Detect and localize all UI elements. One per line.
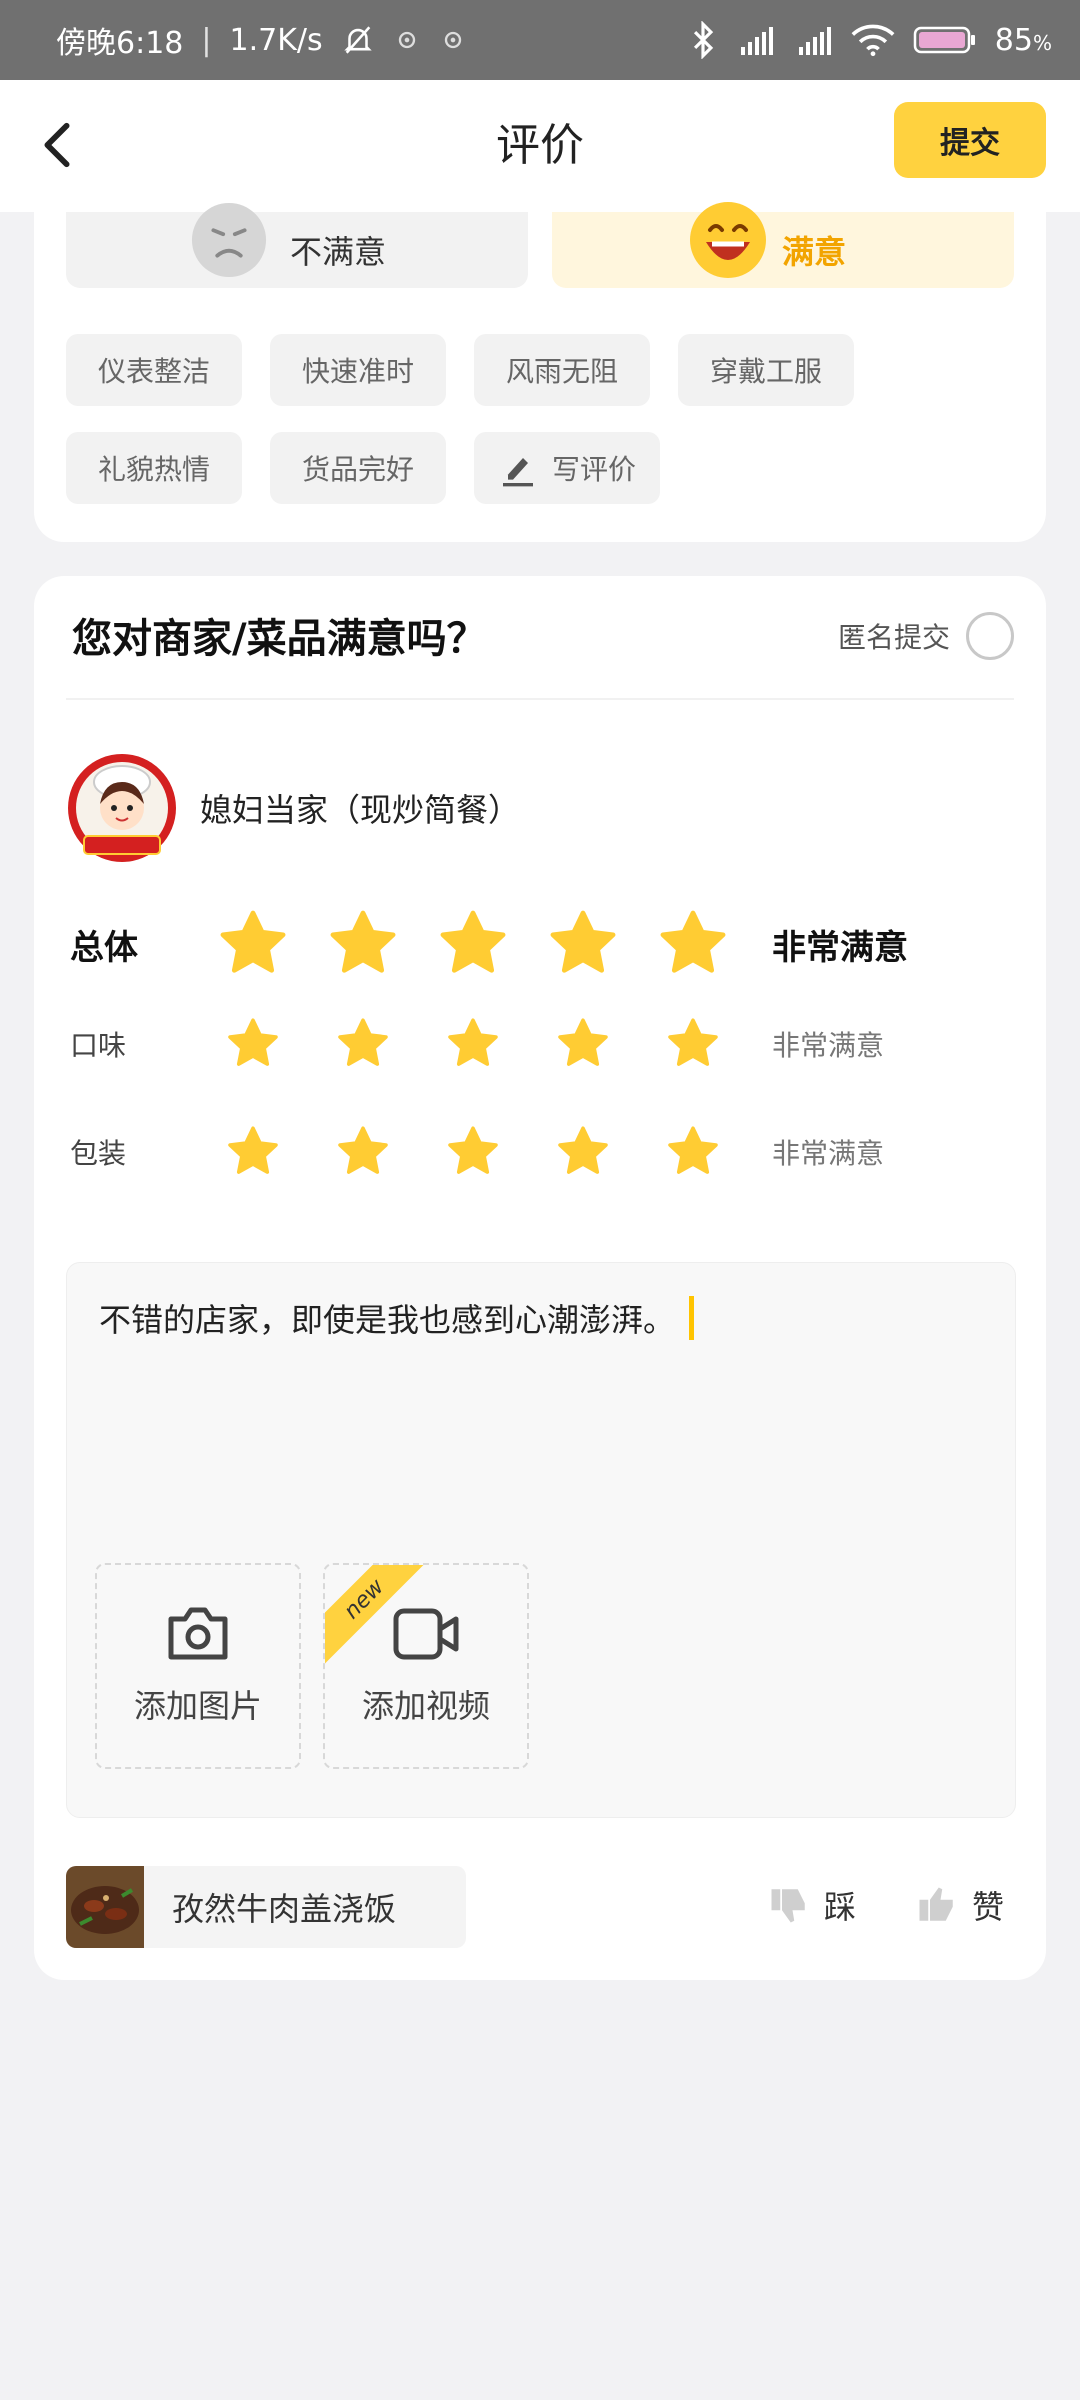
star-icon[interactable] [638, 906, 748, 982]
shop-name: 媳妇当家（现炒简餐） [200, 791, 521, 829]
signal-hd-icon [735, 23, 775, 57]
rider-tag[interactable]: 仪表整洁 [66, 334, 242, 406]
add-photo-button[interactable]: 添加图片 [95, 1563, 301, 1769]
dislike-button[interactable]: 踩 [768, 1882, 856, 1928]
signal-hd-icon [793, 23, 833, 57]
like-button[interactable]: 赞 [916, 1882, 1004, 1928]
app-notification-icon [439, 26, 467, 54]
rating-text: 非常满意 [772, 927, 908, 968]
star-icon[interactable] [418, 906, 528, 982]
add-photo-label: 添加图片 [133, 1687, 262, 1725]
rider-tag[interactable]: 风雨无阻 [474, 334, 650, 406]
thumbs-up-icon [919, 1887, 953, 1921]
status-time: 傍晚6:18 [56, 26, 184, 61]
star-icon[interactable] [308, 1015, 418, 1073]
rider-tag[interactable]: 礼貌热情 [66, 432, 242, 504]
wifi-icon [851, 23, 895, 57]
rating-row-taste: 口味 非常满意 [70, 1015, 1010, 1073]
mood-label-satisfied: 满意 [782, 233, 847, 271]
mood-option-unsatisfied[interactable]: 不满意 [66, 202, 528, 288]
star-icon[interactable] [308, 1123, 418, 1181]
text-cursor [689, 1296, 695, 1340]
rating-label: 总体 [70, 927, 138, 968]
star-icon[interactable] [418, 1015, 528, 1073]
mood-label-unsatisfied: 不满意 [290, 233, 387, 271]
rider-tag-list: 仪表整洁 快速准时 风雨无阻 穿戴工服 礼貌热情 货品完好 写评价 [66, 334, 1016, 504]
dish-thumbnail [66, 1866, 144, 1948]
anonymous-label: 匿名提交 [837, 621, 950, 654]
rating-label: 包装 [70, 1137, 127, 1170]
submit-button[interactable]: 提交 [894, 102, 1046, 178]
star-icon[interactable] [638, 1123, 748, 1181]
rating-label: 口味 [70, 1029, 127, 1062]
star-icon[interactable] [308, 906, 418, 982]
status-bar: 傍晚6:18 | 1.7K/s 85% [0, 0, 1080, 80]
star-rating [198, 1123, 748, 1181]
star-rating [198, 1015, 748, 1073]
video-camera-icon [393, 1608, 459, 1660]
shop-logo [68, 754, 176, 862]
add-video-label: 添加视频 [361, 1687, 490, 1725]
app-notification-icon [393, 26, 421, 54]
shop-info: 媳妇当家（现炒简餐） [66, 752, 520, 864]
mood-option-satisfied[interactable]: 满意 [552, 202, 1014, 288]
star-icon[interactable] [528, 1123, 638, 1181]
rider-review-card: 不满意 满意 仪表整洁 快速准时 风雨无阻 穿戴工服 礼貌热情 货品完好 写评价 [34, 202, 1046, 542]
comment-input[interactable]: 不错的店家，即使是我也感到心潮澎湃。 添加图片 new 添加视频 [66, 1262, 1016, 1818]
status-separator: | [201, 22, 212, 58]
star-rating [198, 906, 748, 982]
rider-tag[interactable]: 货品完好 [270, 432, 446, 504]
star-icon[interactable] [418, 1123, 528, 1181]
comment-text: 不错的店家，即使是我也感到心潮澎湃。 [99, 1301, 676, 1339]
happy-face-icon [690, 202, 766, 278]
page-header: 评价 提交 [0, 80, 1080, 212]
anonymous-radio[interactable] [966, 612, 1014, 660]
rating-row-packaging: 包装 非常满意 [70, 1123, 1010, 1181]
merchant-review-card: 您对商家/菜品满意吗？ 匿名提交 媳妇当家（现炒简餐） 总体 非常满意 口味 非… [34, 576, 1046, 1980]
bluetooth-icon [689, 21, 717, 59]
star-icon[interactable] [528, 906, 638, 982]
dislike-label: 踩 [824, 1888, 857, 1926]
rating-text: 非常满意 [772, 1137, 885, 1170]
battery-percent: 85% [994, 22, 1052, 58]
merchant-question: 您对商家/菜品满意吗？ [72, 616, 487, 662]
star-icon[interactable] [528, 1015, 638, 1073]
write-review-button[interactable]: 写评价 [474, 432, 661, 504]
divider [66, 698, 1014, 700]
dish-name: 孜然牛肉盖浇饭 [172, 1890, 397, 1928]
star-icon[interactable] [198, 1015, 308, 1073]
rider-tag[interactable]: 快速准时 [270, 334, 446, 406]
thumbs-down-icon [771, 1889, 805, 1923]
star-icon[interactable] [198, 906, 308, 982]
star-icon[interactable] [198, 1123, 308, 1181]
anonymous-toggle[interactable]: 匿名提交 [838, 612, 1014, 660]
rating-row-overall: 总体 非常满意 [70, 906, 1010, 982]
mute-bell-icon [341, 23, 375, 57]
add-video-button[interactable]: new 添加视频 [323, 1563, 529, 1769]
camera-icon [168, 1607, 228, 1660]
star-icon[interactable] [638, 1015, 748, 1073]
write-review-label: 写评价 [552, 453, 637, 486]
comment-text-wrap: 不错的店家，即使是我也感到心潮澎湃。 [99, 1295, 695, 1341]
frown-face-icon [191, 202, 267, 278]
pencil-icon [503, 458, 533, 487]
status-network-speed: 1.7K/s [229, 22, 323, 58]
battery-icon [913, 24, 977, 56]
rider-tag[interactable]: 穿戴工服 [678, 334, 854, 406]
rating-text: 非常满意 [772, 1029, 885, 1062]
dish-item: 孜然牛肉盖浇饭 [66, 1866, 466, 1948]
like-label: 赞 [972, 1888, 1005, 1926]
